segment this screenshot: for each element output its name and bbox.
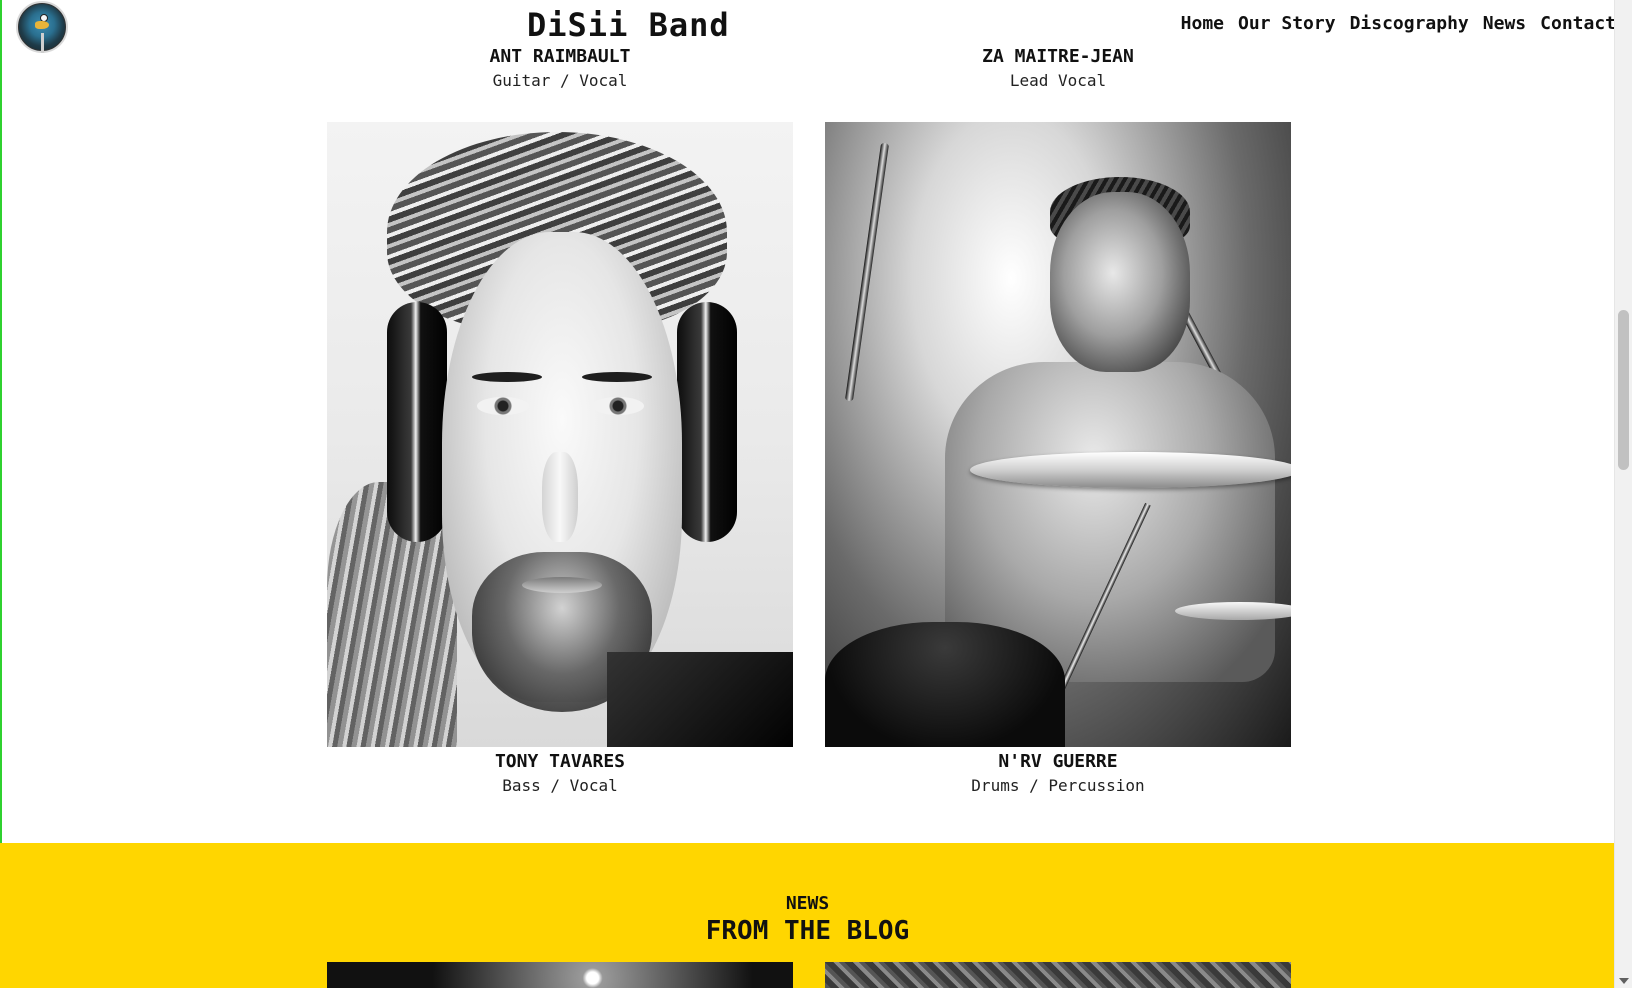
logo-beak-icon [35,21,49,29]
photo-detail [477,397,529,415]
member-photo-nrv [825,122,1291,747]
photo-detail [522,577,602,593]
member-photo-tony [327,122,793,747]
photo-detail [592,397,644,415]
vertical-scrollbar[interactable] [1614,0,1632,988]
news-section: NEWS FROM THE BLOG [0,843,1615,988]
scroll-down-arrow-icon[interactable] [1619,978,1629,984]
headphone-right-icon [677,302,737,542]
nav-our-story[interactable]: Our Story [1238,13,1336,34]
news-kicker: NEWS [785,893,830,914]
window-edge [0,0,2,988]
photo-detail [607,652,793,747]
member-caption-za: ZA MAITRE-JEAN Lead Vocal [825,46,1291,90]
drumstick-icon [844,142,890,402]
scrollbar-thumb[interactable] [1618,310,1629,470]
page: DiSii Band Home Our Story Discography Ne… [0,0,1632,988]
site-title[interactable]: DiSii Band [527,6,730,44]
cymbal-icon [970,452,1291,488]
blog-post-thumbnail[interactable] [327,962,793,988]
member-role: Lead Vocal [1009,71,1107,90]
member-caption-ant: ANT RAIMBAULT Guitar / Vocal [327,46,793,90]
nav-discography[interactable]: Discography [1350,13,1469,34]
member-name: ZA MAITRE-JEAN [982,46,1134,67]
news-title: FROM THE BLOG [705,916,910,946]
headphone-left-icon [387,302,447,542]
nav-contact[interactable]: Contact [1540,13,1616,34]
member-role: Bass / Vocal [502,776,618,795]
member-role: Guitar / Vocal [492,71,628,90]
member-name: ANT RAIMBAULT [489,46,631,67]
member-caption-tony: TONY TAVARES Bass / Vocal [327,751,793,795]
main-nav: Home Our Story Discography News Contact [1181,13,1616,34]
blog-post-thumbnail[interactable] [825,962,1291,988]
member-name: N'RV GUERRE [998,751,1118,772]
photo-detail [542,452,578,542]
microphone-stand-icon [41,33,44,53]
nav-home[interactable]: Home [1181,13,1224,34]
member-name: TONY TAVARES [494,751,626,772]
drum-icon [825,622,1065,747]
member-role: Drums / Percussion [971,776,1145,795]
photo-detail [472,372,542,382]
photo-detail [582,372,652,382]
member-caption-nrv: N'RV GUERRE Drums / Percussion [825,751,1291,795]
photo-detail [1050,192,1190,372]
nav-news[interactable]: News [1483,13,1526,34]
band-logo[interactable] [16,1,68,53]
